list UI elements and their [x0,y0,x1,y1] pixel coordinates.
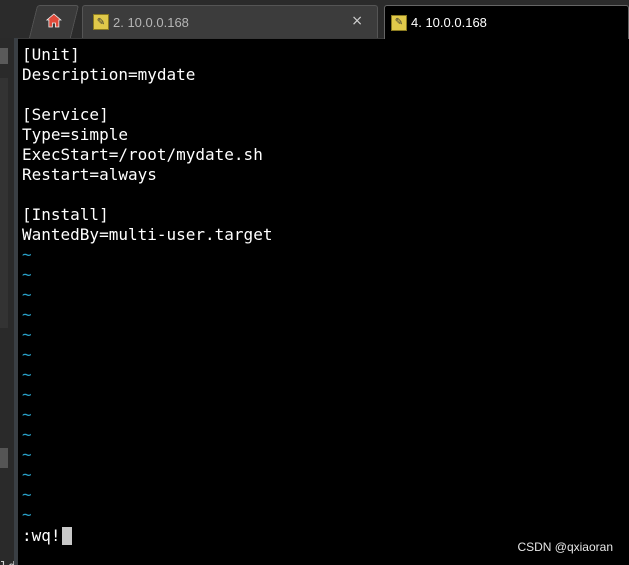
terminal-line: Restart=always [22,165,157,184]
terminal-line: [Install] [22,205,109,224]
terminal-output[interactable]: [Unit] Description=mydate [Service] Type=si… [22,45,622,525]
empty-line-tilde: ~ [22,285,32,304]
terminal-line: [Service] [22,105,109,124]
empty-line-tilde: ~ [22,265,32,284]
terminal-window: ✎ 2. 10.0.0.168 × ✎ 4. 10.0.0.168 ld [Un… [0,0,629,565]
empty-line-tilde: ~ [22,385,32,404]
tab-label: 2. 10.0.0.168 [113,14,189,30]
strip-marker [0,448,8,468]
tab-home[interactable] [28,5,80,38]
tab-bar: ✎ 2. 10.0.0.168 × ✎ 4. 10.0.0.168 [0,0,629,39]
empty-line-tilde: ~ [22,365,32,384]
tab-session-4[interactable]: ✎ 4. 10.0.0.168 [384,5,629,39]
empty-line-tilde: ~ [22,245,32,264]
empty-line-tilde: ~ [22,425,32,444]
tab-label: 4. 10.0.0.168 [411,15,487,30]
side-panel-edge: ld [0,38,16,565]
terminal-line: [Unit] [22,45,80,64]
home-icon [45,13,62,31]
empty-line-tilde: ~ [22,485,32,504]
strip-scroll[interactable] [0,78,8,328]
empty-line-tilde: ~ [22,305,32,324]
text-cursor [61,527,72,545]
close-icon[interactable]: × [351,13,363,29]
terminal-line: Description=mydate [22,65,196,84]
vim-command-line[interactable]: :wq! [22,526,72,546]
wrench-icon: ✎ [391,14,407,31]
empty-line-tilde: ~ [22,445,32,464]
empty-line-tilde: ~ [22,345,32,364]
command-text: :wq! [22,526,61,545]
strip-marker [0,48,8,64]
wrench-icon: ✎ [93,14,109,30]
terminal-line: ExecStart=/root/mydate.sh [22,145,263,164]
divider [14,38,18,565]
terminal-line: WantedBy=multi-user.target [22,225,273,244]
empty-line-tilde: ~ [22,505,32,524]
terminal-line: Type=simple [22,125,128,144]
watermark: CSDN @qxiaoran [517,540,613,554]
empty-line-tilde: ~ [22,405,32,424]
empty-line-tilde: ~ [22,325,32,344]
empty-line-tilde: ~ [22,465,32,484]
tab-session-2[interactable]: ✎ 2. 10.0.0.168 × [82,5,378,38]
